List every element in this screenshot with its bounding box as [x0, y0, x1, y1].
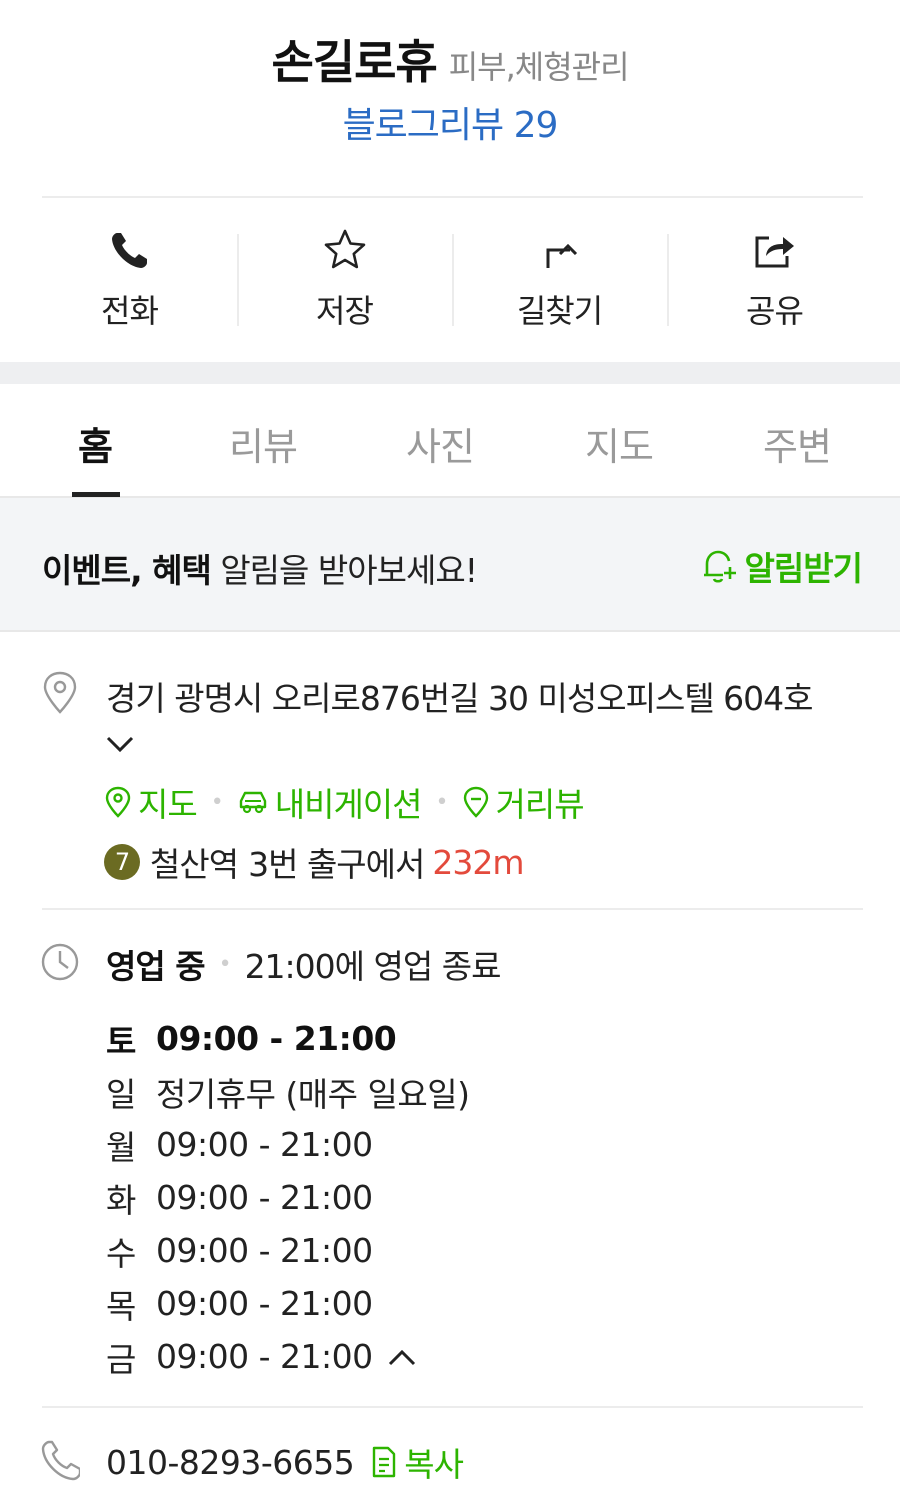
separator [237, 234, 239, 326]
hours-day: 월 [106, 1127, 136, 1167]
phone-number[interactable]: 010-8293-6655 [106, 1443, 355, 1482]
map-pin-icon [105, 786, 131, 818]
business-status: 영업 중 • 21:00에 영업 종료 [106, 940, 502, 988]
share-icon [755, 236, 794, 268]
chevron-down-icon[interactable] [104, 732, 136, 756]
directions-button[interactable]: 길찾기 [452, 198, 667, 362]
hours-day: 토 [106, 1021, 136, 1061]
hours-row: 금 09:00 - 21:00 [106, 1330, 469, 1383]
tab-home[interactable]: 홈 [78, 416, 113, 471]
save-button[interactable]: 저장 [237, 198, 452, 362]
section-separator [0, 362, 900, 384]
notice-rest: 알림을 받아보세요! [210, 551, 478, 590]
directions-icon [546, 243, 577, 268]
separator-dot: • [210, 789, 224, 815]
tab-review[interactable]: 리뷰 [229, 416, 298, 471]
notice-bold: 이벤트, 혜택 [42, 551, 212, 590]
separator [452, 234, 454, 326]
hours-row: 화 09:00 - 21:00 [106, 1171, 469, 1224]
copy-phone-button[interactable]: 복사 [368, 1438, 464, 1486]
directions-label: 길찾기 [516, 292, 603, 330]
navigation-link[interactable]: 내비게이션 [237, 778, 423, 826]
hours-time: 09:00 - 21:00 [156, 1019, 397, 1058]
action-bar: 전화 저장 길찾기 공유 [22, 198, 882, 362]
map-link[interactable]: 지도 [104, 778, 198, 826]
hours-day: 목 [106, 1286, 136, 1326]
hours-list: 토 09:00 - 21:00 일 정기휴무 (매주 일요일) 월 09:00 … [106, 1012, 470, 1383]
hours-day: 수 [106, 1233, 136, 1273]
call-label: 전화 [101, 292, 159, 330]
tab-nearby[interactable]: 주변 [763, 416, 832, 471]
copy-label: 복사 [404, 1445, 464, 1484]
share-label: 공유 [746, 292, 804, 330]
hours-row: 목 09:00 - 21:00 [106, 1277, 469, 1330]
separator-dot: • [218, 951, 232, 977]
tab-map[interactable]: 지도 [585, 416, 654, 471]
blog-review-link[interactable]: 블로그리뷰 29 [0, 96, 900, 148]
phone-outline-icon [41, 1440, 80, 1481]
location-pin-icon [43, 671, 77, 714]
station-distance: 232m [432, 842, 524, 882]
chevron-up-icon[interactable] [387, 1346, 417, 1368]
streetview-link[interactable]: 거리뷰 [462, 778, 585, 826]
streetview-icon [463, 786, 488, 818]
phone-info: 010-8293-6655 복사 [106, 1438, 464, 1486]
open-status: 영업 중 [106, 947, 206, 986]
tab-bar: 홈 리뷰 사진 지도 주변 [0, 384, 900, 498]
tab-photo[interactable]: 사진 [406, 416, 475, 471]
station-exit: 3번 출구에서 [248, 845, 425, 884]
hours-time: 09:00 - 21:00 [156, 1178, 373, 1217]
hours-time: 09:00 - 21:00 [156, 1125, 373, 1164]
subscribe-alert-label: 알림받기 [744, 549, 863, 588]
bell-plus-icon [703, 550, 736, 583]
share-button[interactable]: 공유 [667, 198, 882, 362]
call-button[interactable]: 전화 [22, 198, 237, 362]
streetview-link-label: 거리뷰 [495, 785, 585, 824]
separator-dot: • [435, 789, 449, 815]
hours-row: 월 09:00 - 21:00 [106, 1118, 469, 1171]
address-text: 경기 광명시 오리로876번길 30 미성오피스텔 604호 [106, 679, 814, 718]
phone-icon [111, 233, 147, 268]
title-row: 손길로휴 피부,체형관리 [0, 26, 900, 92]
station-name: 철산역 [150, 845, 239, 884]
separator [667, 234, 669, 326]
navigation-link-label: 내비게이션 [274, 785, 423, 824]
hours-time: 09:00 - 21:00 [156, 1337, 373, 1376]
hours-time: 09:00 - 21:00 [156, 1284, 373, 1323]
place-header: 손길로휴 피부,체형관리 블로그리뷰 29 [0, 0, 900, 196]
place-title: 손길로휴 [271, 35, 437, 89]
address-links: 지도 • 내비게이션 • 거리뷰 [104, 778, 585, 826]
hours-time: 정기휴무 (매주 일요일) [156, 1074, 470, 1114]
clock-icon [41, 943, 79, 981]
notification-banner: 이벤트, 혜택 알림을 받아보세요! 알림받기 [0, 498, 900, 632]
hours-row: 수 09:00 - 21:00 [106, 1224, 469, 1277]
subway-info: 7 철산역 3번 출구에서 232m [104, 838, 525, 886]
hours-day: 화 [106, 1180, 136, 1220]
divider [42, 908, 863, 910]
hours-day: 금 [106, 1339, 136, 1379]
subway-line-badge: 7 [104, 844, 140, 880]
hours-time: 09:00 - 21:00 [156, 1231, 373, 1270]
save-label: 저장 [316, 292, 374, 330]
hours-day: 일 [106, 1074, 136, 1114]
star-icon [324, 229, 365, 269]
divider [42, 1406, 863, 1408]
hours-row: 일 정기휴무 (매주 일요일) [106, 1065, 470, 1118]
map-link-label: 지도 [138, 785, 198, 824]
car-icon [239, 791, 266, 814]
closing-time: 21:00에 영업 종료 [244, 947, 502, 986]
subscribe-alert-button[interactable]: 알림받기 [699, 542, 863, 590]
place-category: 피부,체형관리 [448, 48, 630, 86]
notice-text: 이벤트, 혜택 알림을 받아보세요! [42, 544, 478, 592]
active-tab-indicator [72, 492, 120, 497]
copy-icon [373, 1446, 396, 1478]
hours-row: 토 09:00 - 21:00 [106, 1012, 469, 1065]
